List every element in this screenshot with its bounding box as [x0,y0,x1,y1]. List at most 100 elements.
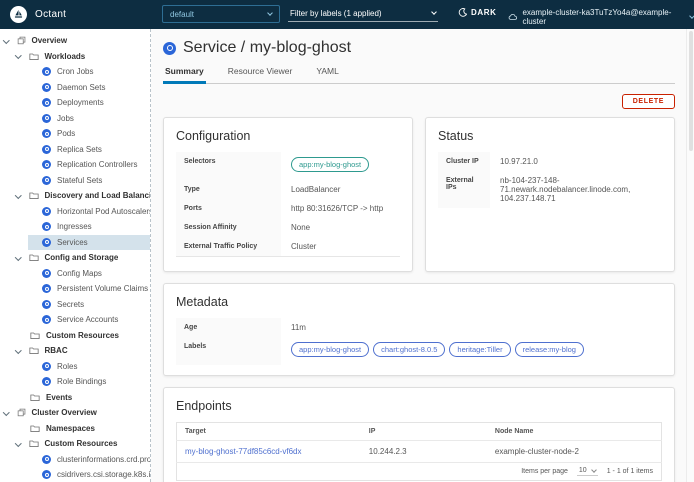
sidebar-item-clusterinformations-crd-projec[interactable]: clusterinformations.crd.projec [0,452,150,468]
sidebar-item-label: Cluster Overview [32,408,97,417]
label-filter-input[interactable]: Filter by labels (1 applied) [288,7,438,22]
field-label: External Traffic Policy [176,237,281,256]
app-header: Octant default Filter by labels (1 appli… [0,0,694,29]
tab-summary[interactable]: Summary [163,66,206,84]
sidebar-item-pods[interactable]: Pods [0,126,150,142]
field-row-selectors: Selectorsapp:my-blog-ghost [176,152,400,180]
sidebar-item-label: Custom Resources [45,439,118,448]
sidebar-item-replication-controllers[interactable]: Replication Controllers [0,157,150,173]
sidebar-item-label: Events [46,393,72,402]
sidebar-item-discovery-and-load-balancing[interactable]: Discovery and Load Balancing [0,188,150,204]
sidebar-item-replica-sets[interactable]: Replica Sets [0,142,150,158]
sidebar-item-service-accounts[interactable]: Service Accounts [0,312,150,328]
sidebar-item-label: Jobs [57,114,74,123]
namespace-selected-value: default [170,10,194,19]
namespace-selector[interactable]: default [162,5,280,23]
chevron-down-icon[interactable] [15,52,21,58]
items-per-page-select[interactable]: 10 [577,467,598,476]
sidebar-item-config-maps[interactable]: Config Maps [0,266,150,282]
folder-icon [30,393,40,402]
scrollbar-thumb[interactable] [689,31,693,151]
label-chip[interactable]: chart:ghost-8.0.5 [373,342,445,357]
sidebar-item-cron-jobs[interactable]: Cron Jobs [0,64,150,80]
selector-chip[interactable]: app:my-blog-ghost [291,157,369,172]
sidebar-item-daemon-sets[interactable]: Daemon Sets [0,80,150,96]
sidebar-item-rbac[interactable]: RBAC [0,343,150,359]
edit-link[interactable]: EDIT [176,271,195,272]
moon-icon [458,8,467,17]
endpoints-title: Endpoints [176,399,662,413]
cluster-icon [508,13,517,21]
field-value: 11m [281,318,662,337]
endpoints-column-target: Target [177,423,361,441]
chevron-down-icon[interactable] [3,37,9,43]
field-label: Session Affinity [176,218,281,237]
sidebar-item-custom-resources[interactable]: Custom Resources [0,328,150,344]
cluster-context-selector[interactable]: example-cluster-ka3TuTzYo4a@example-clus… [508,8,694,26]
window-scrollbar[interactable] [686,29,694,482]
label-chip[interactable]: release:my-blog [515,342,584,357]
field-row-external-traffic-policy: External Traffic PolicyCluster [176,237,400,256]
sidebar-item-namespaces[interactable]: Namespaces [0,421,150,437]
sidebar-item-role-bindings[interactable]: Role Bindings [0,374,150,390]
folder-icon [29,346,39,355]
chevron-down-icon[interactable] [15,254,21,260]
label-chip[interactable]: heritage:Tiller [449,342,510,357]
sidebar-item-persistent-volume-claims[interactable]: Persistent Volume Claims [0,281,150,297]
field-row-cluster-ip: Cluster IP10.97.21.0 [438,152,662,171]
sidebar-item-label: Daemon Sets [57,83,105,92]
field-row-session-affinity: Session AffinityNone [176,218,400,237]
endpoint-target-link[interactable]: my-blog-ghost-77df85c6cd-vf6dx [185,447,302,456]
sidebar-item-config-and-storage[interactable]: Config and Storage [0,250,150,266]
tab-yaml[interactable]: YAML [314,66,341,83]
chevron-down-icon[interactable] [15,192,21,198]
sidebar-item-jobs[interactable]: Jobs [0,111,150,127]
sidebar-item-services[interactable]: Services [0,235,150,251]
app-title: Octant [35,9,66,20]
field-value: app:my-blog-ghost [281,152,400,180]
chevron-down-icon[interactable] [3,409,9,415]
resource-icon [42,129,51,138]
chevron-down-icon[interactable] [15,347,21,353]
sidebar-item-roles[interactable]: Roles [0,359,150,375]
chevron-down-icon [689,13,694,19]
main-content: Service / my-blog-ghost SummaryResource … [152,29,686,482]
sidebar-item-horizontal-pod-autoscalers[interactable]: Horizontal Pod Autoscalers [0,204,150,220]
folder-icon [29,191,39,200]
chevron-down-icon [431,9,437,15]
sidebar-item-label: Service Accounts [57,315,118,324]
sidebar-item-stateful-sets[interactable]: Stateful Sets [0,173,150,189]
sidebar-item-secrets[interactable]: Secrets [0,297,150,313]
sidebar-item-cluster-overview[interactable]: Cluster Overview [0,405,150,421]
sidebar-item-csidrivers-csi-storage-k8s-io[interactable]: csidrivers.csi.storage.k8s.io [0,467,150,482]
sidebar-item-workloads[interactable]: Workloads [0,49,150,65]
resource-icon [42,83,51,92]
resource-icon [42,160,51,169]
chevron-down-icon [591,467,597,473]
service-icon [163,42,176,55]
sidebar-item-events[interactable]: Events [0,390,150,406]
sidebar-item-label: Config Maps [57,269,102,278]
tab-resource-viewer[interactable]: Resource Viewer [226,66,295,83]
label-chip[interactable]: app:my-blog-ghost [291,342,369,357]
resource-icon [42,470,51,479]
sidebar-item-label: Role Bindings [57,377,106,386]
resource-icon [42,269,51,278]
endpoints-table: TargetIPNode Name my-blog-ghost-77df85c6… [176,422,662,463]
sidebar-item-deployments[interactable]: Deployments [0,95,150,111]
endpoints-pagination: Items per page 10 1 - 1 of 1 items [176,463,662,481]
resource-icon [42,300,51,309]
sidebar-item-custom-resources[interactable]: Custom Resources [0,436,150,452]
sidebar-item-overview[interactable]: Overview [0,33,150,49]
delete-button[interactable]: DELETE [622,94,675,109]
theme-toggle-button[interactable]: DARK [458,8,497,17]
sidebar-item-label: Workloads [45,52,86,61]
field-value: http 80:31626/TCP -> http [281,199,400,218]
sidebar: Overview Workloads Cron Jobs Daemon Sets Dep… [0,29,151,482]
chevron-down-icon[interactable] [15,440,21,446]
resource-icon [42,377,51,386]
endpoint-row: my-blog-ghost-77df85c6cd-vf6dx10.244.2.3… [177,441,662,463]
sidebar-item-ingresses[interactable]: Ingresses [0,219,150,235]
metadata-title: Metadata [176,295,662,309]
field-value: 10.97.21.0 [490,152,662,171]
